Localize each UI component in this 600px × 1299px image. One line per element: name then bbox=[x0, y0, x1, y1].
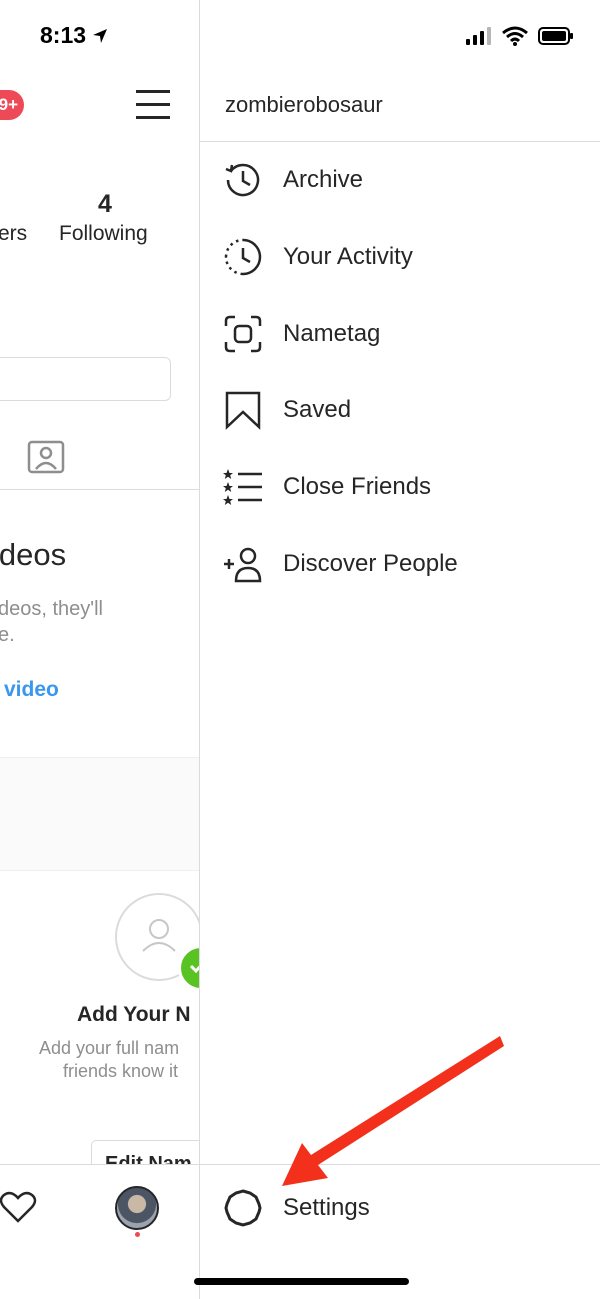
add-name-subtitle-1: Add your full nam bbox=[39, 1038, 180, 1058]
archive-icon bbox=[222, 159, 264, 201]
heart-icon[interactable] bbox=[0, 1190, 38, 1224]
menu-item-discover-people[interactable]: Discover People bbox=[222, 534, 582, 594]
bookmark-icon bbox=[222, 389, 264, 431]
settings-divider bbox=[200, 1164, 600, 1165]
menu-item-saved[interactable]: Saved bbox=[222, 380, 582, 440]
section-separator bbox=[0, 757, 199, 871]
notification-badge[interactable]: 9+ bbox=[0, 90, 24, 120]
menu-item-your-activity[interactable]: Your Activity bbox=[222, 227, 582, 287]
active-tab-dot bbox=[135, 1232, 140, 1237]
activity-icon bbox=[222, 236, 264, 278]
videos-subtitle-1: deos, they'll bbox=[0, 598, 103, 620]
nametag-icon bbox=[222, 313, 264, 355]
following-count[interactable]: 4 bbox=[98, 190, 112, 219]
side-drawer-menu: zombierobosaur Archive Your Activity Nam… bbox=[194, 0, 600, 1299]
profile-background: 8:13 9+ ers 4 Following ideos deos, they… bbox=[0, 0, 199, 1299]
profile-tab-avatar[interactable] bbox=[115, 1186, 159, 1230]
tagged-photos-icon[interactable] bbox=[27, 437, 65, 475]
drawer-username: zombierobosaur bbox=[225, 92, 383, 117]
add-name-subtitle-2: friends know it bbox=[63, 1061, 179, 1081]
menu-item-close-friends[interactable]: Close Friends bbox=[222, 457, 582, 517]
edit-profile-button[interactable] bbox=[0, 357, 171, 401]
status-time: 8:13 bbox=[40, 22, 108, 49]
cellular-signal-icon bbox=[466, 27, 491, 45]
location-arrow-icon bbox=[93, 28, 108, 43]
share-video-link[interactable]: video bbox=[4, 678, 59, 702]
close-friends-icon bbox=[222, 466, 264, 508]
following-label[interactable]: Following bbox=[59, 222, 148, 246]
wifi-icon bbox=[502, 26, 528, 46]
battery-icon bbox=[538, 27, 573, 45]
followers-label[interactable]: ers bbox=[0, 222, 27, 246]
menu-item-archive[interactable]: Archive bbox=[222, 150, 582, 210]
tab-divider bbox=[0, 489, 199, 490]
videos-title: ideos bbox=[0, 537, 67, 572]
videos-subtitle-2: e. bbox=[0, 624, 15, 646]
add-person-icon bbox=[222, 543, 264, 585]
drawer-header-divider bbox=[200, 141, 600, 142]
menu-item-nametag[interactable]: Nametag bbox=[222, 304, 582, 364]
menu-hamburger-icon[interactable] bbox=[136, 90, 170, 120]
check-badge-icon bbox=[178, 945, 199, 991]
menu-item-settings[interactable]: Settings bbox=[222, 1178, 582, 1238]
status-icons bbox=[466, 26, 574, 46]
home-indicator bbox=[194, 1278, 409, 1285]
add-name-title: Add Your N bbox=[77, 1003, 191, 1026]
bottom-tab-bar bbox=[0, 1164, 199, 1299]
gear-icon bbox=[222, 1187, 264, 1229]
